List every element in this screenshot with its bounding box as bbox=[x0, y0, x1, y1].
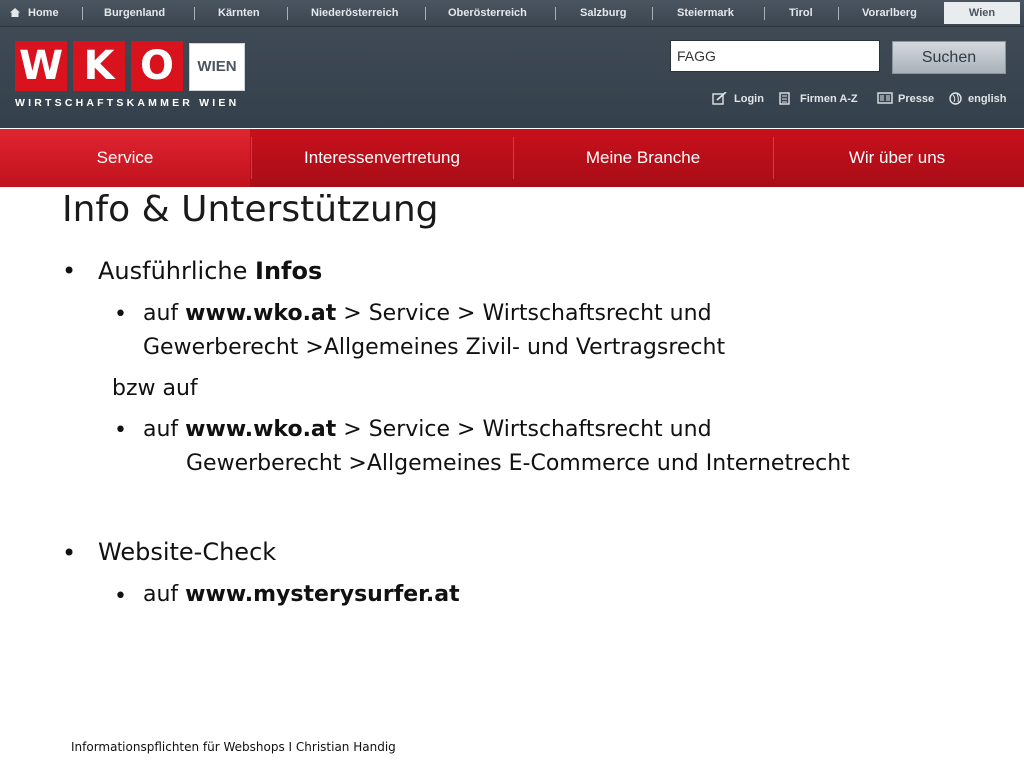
wko-link[interactable]: www.wko.at bbox=[185, 417, 336, 442]
bullet-website-check: Website-Check bbox=[98, 538, 277, 566]
nav-divider bbox=[82, 7, 83, 20]
logo-letter-w: W bbox=[15, 41, 67, 91]
subbullet-zivilrecht: auf www.wko.at > Service > Wirtschaftsre… bbox=[143, 301, 712, 326]
tab-wir-ueber-uns[interactable]: Wir über uns bbox=[774, 129, 1020, 187]
region-wien-link-active[interactable]: Wien bbox=[944, 2, 1020, 24]
logo-letter-k: K bbox=[73, 41, 125, 91]
nav-divider bbox=[287, 7, 288, 20]
sub-prefix: auf bbox=[143, 417, 186, 442]
logo-letter-o: O bbox=[131, 41, 183, 91]
subbullet-zivilrecht-line2: Gewerberecht >Allgemeines Zivil- und Ver… bbox=[143, 335, 726, 360]
sub-path: > Service > Wirtschaftsrecht und bbox=[336, 417, 712, 442]
logo-tagline: WIRTSCHAFTSKAMMER WIEN bbox=[15, 97, 240, 109]
region-vorarlberg-link[interactable]: Vorarlberg bbox=[862, 0, 917, 26]
region-oberoesterreich-link[interactable]: Oberösterreich bbox=[448, 0, 527, 26]
nav-divider bbox=[194, 7, 195, 20]
region-burgenland-link[interactable]: Burgenland bbox=[104, 0, 165, 26]
document-icon bbox=[779, 92, 790, 105]
main-nav: Service Interessenvertretung Meine Branc… bbox=[0, 129, 1024, 187]
firmen-az-label: Firmen A-Z bbox=[800, 93, 858, 105]
region-kaernten-link[interactable]: Kärnten bbox=[218, 0, 260, 26]
presse-label: Presse bbox=[898, 93, 935, 105]
wko-link[interactable]: www.wko.at bbox=[185, 301, 336, 326]
sub-prefix: auf bbox=[143, 582, 186, 607]
search-input[interactable] bbox=[670, 40, 880, 72]
site-header: W K O WIEN WIRTSCHAFTSKAMMER WIEN Suchen… bbox=[0, 27, 1024, 128]
region-niederoesterreich-link[interactable]: Niederösterreich bbox=[311, 0, 398, 26]
region-steiermark-link[interactable]: Steiermark bbox=[677, 0, 734, 26]
globe-icon bbox=[949, 92, 962, 105]
region-home-link[interactable]: Home bbox=[28, 0, 59, 26]
tab-interessenvertretung[interactable]: Interessenvertretung bbox=[252, 129, 512, 187]
home-icon bbox=[10, 8, 20, 17]
english-label: english bbox=[968, 93, 1007, 105]
subbullet-ecommerce: auf www.wko.at > Service > Wirtschaftsre… bbox=[143, 417, 712, 442]
nav-divider bbox=[838, 7, 839, 20]
region-tirol-link[interactable]: Tirol bbox=[789, 0, 813, 26]
subbullet-mysterysurfer: auf www.mysterysurfer.at bbox=[143, 582, 460, 607]
bullet-marker: • bbox=[62, 257, 77, 285]
bullet-marker: • bbox=[114, 418, 127, 443]
region-nav: Home Burgenland Kärnten Niederösterreich… bbox=[0, 0, 1024, 27]
tab-service[interactable]: Service bbox=[0, 129, 250, 187]
nav-divider bbox=[652, 7, 653, 20]
sub-prefix: auf bbox=[143, 301, 186, 326]
bullet-text: Ausführliche bbox=[98, 257, 256, 285]
sub-path: > Service > Wirtschaftsrecht und bbox=[336, 301, 712, 326]
newspaper-icon bbox=[877, 92, 893, 104]
login-label: Login bbox=[734, 93, 764, 105]
bullet-marker: • bbox=[114, 302, 127, 327]
logo-wien-label: WIEN bbox=[189, 43, 245, 91]
tab-meine-branche[interactable]: Meine Branche bbox=[514, 129, 772, 187]
bullet-bold-text: Infos bbox=[255, 257, 323, 285]
bullet-marker: • bbox=[62, 539, 77, 567]
subbullet-ecommerce-line2: Gewerberecht >Allgemeines E-Commerce und… bbox=[186, 451, 850, 476]
search-button[interactable]: Suchen bbox=[892, 41, 1006, 74]
slide-footer: Informationspflichten für Webshops I Chr… bbox=[71, 740, 396, 754]
bullet-infos: Ausführliche Infos bbox=[98, 257, 322, 285]
bullet-marker: • bbox=[114, 584, 127, 609]
slide-title: Info & Unterstützung bbox=[62, 189, 439, 230]
login-icon bbox=[712, 92, 727, 105]
nav-divider bbox=[764, 7, 765, 20]
bzw-text: bzw auf bbox=[112, 376, 198, 401]
nav-divider bbox=[425, 7, 426, 20]
mysterysurfer-link[interactable]: www.mysterysurfer.at bbox=[185, 582, 459, 607]
nav-divider bbox=[555, 7, 556, 20]
region-salzburg-link[interactable]: Salzburg bbox=[580, 0, 626, 26]
